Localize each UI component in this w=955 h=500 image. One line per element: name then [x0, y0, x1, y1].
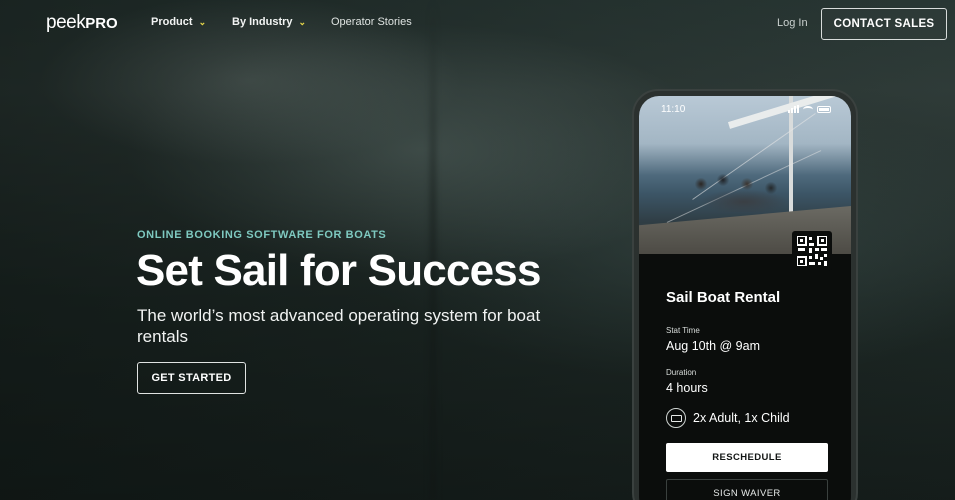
hero-eyebrow: ONLINE BOOKING SOFTWARE FOR BOATS — [137, 229, 387, 241]
qr-code-icon[interactable] — [792, 231, 832, 271]
guest-count: 2x Adult, 1x Child — [666, 408, 790, 428]
duration-label: Duration — [666, 368, 697, 377]
phone-mockup: 11:10 Sail Boat Rental Stat Time Aug 10t… — [632, 89, 858, 500]
login-link[interactable]: Log In — [777, 17, 808, 29]
site-header: peekPRO Product ⌄ By Industry ⌄ Operator… — [0, 0, 955, 47]
nav-by-industry-label: By Industry — [232, 16, 293, 28]
guest-count-text: 2x Adult, 1x Child — [693, 411, 790, 425]
nav-operator-stories[interactable]: Operator Stories — [331, 16, 412, 28]
duration-value: 4 hours — [666, 381, 708, 395]
peekpro-logo[interactable]: peekPRO — [46, 12, 118, 34]
ticket-icon — [666, 408, 686, 428]
start-time-label: Stat Time — [666, 326, 700, 335]
contact-sales-button[interactable]: CONTACT SALES — [821, 8, 947, 40]
nav-product[interactable]: Product ⌄ — [151, 16, 206, 28]
nav-operator-stories-label: Operator Stories — [331, 16, 412, 28]
status-bar-icons — [788, 105, 831, 113]
start-time-value: Aug 10th @ 9am — [666, 339, 760, 353]
booking-title: Sail Boat Rental — [666, 289, 781, 306]
battery-icon — [817, 105, 831, 113]
chevron-down-icon: ⌄ — [198, 16, 207, 27]
booking-card-extension — [639, 296, 651, 500]
nav-product-label: Product — [151, 16, 193, 28]
sign-waiver-button[interactable]: SIGN WAIVER — [666, 479, 828, 500]
photo-passengers — [689, 174, 799, 212]
status-bar-time: 11:10 — [661, 104, 686, 115]
logo-text-peek: peek — [46, 12, 86, 33]
wifi-icon — [803, 105, 813, 113]
get-started-button[interactable]: GET STARTED — [137, 362, 246, 394]
hero-subhead: The world’s most advanced operating syst… — [137, 306, 541, 346]
reschedule-button[interactable]: RESCHEDULE — [666, 443, 828, 472]
logo-text-pro: PRO — [85, 15, 118, 32]
hero-headline: Set Sail for Success — [136, 246, 541, 295]
signal-icon — [788, 105, 799, 113]
nav-by-industry[interactable]: By Industry ⌄ — [232, 16, 306, 28]
chevron-down-icon: ⌄ — [298, 16, 307, 27]
phone-screen: 11:10 Sail Boat Rental Stat Time Aug 10t… — [639, 96, 851, 500]
